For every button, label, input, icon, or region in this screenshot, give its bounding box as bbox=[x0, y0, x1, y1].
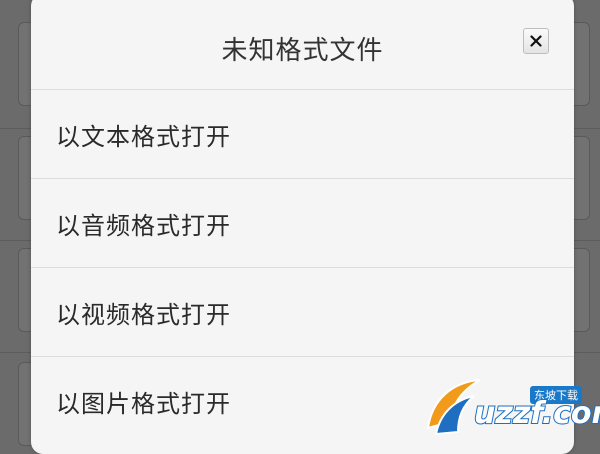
close-button[interactable] bbox=[523, 28, 549, 54]
dialog-header: 未知格式文件 bbox=[31, 0, 574, 90]
option-label: 以文本格式打开 bbox=[56, 122, 231, 151]
option-label: 以图片格式打开 bbox=[56, 389, 231, 418]
background-card bbox=[573, 136, 590, 220]
option-label: 以视频格式打开 bbox=[56, 300, 231, 329]
watermark-main-text: uzzf.com bbox=[473, 395, 600, 432]
watermark-logo: 东坡下载 uzzf.com bbox=[418, 370, 600, 441]
close-icon bbox=[530, 35, 542, 47]
open-as-text-option[interactable]: 以文本格式打开 bbox=[31, 90, 574, 179]
open-as-audio-option[interactable]: 以音频格式打开 bbox=[31, 179, 574, 268]
background-card bbox=[573, 248, 590, 332]
open-as-video-option[interactable]: 以视频格式打开 bbox=[31, 268, 574, 357]
dialog-title: 未知格式文件 bbox=[221, 36, 384, 66]
background-card bbox=[573, 22, 590, 106]
option-label: 以音频格式打开 bbox=[56, 211, 231, 240]
